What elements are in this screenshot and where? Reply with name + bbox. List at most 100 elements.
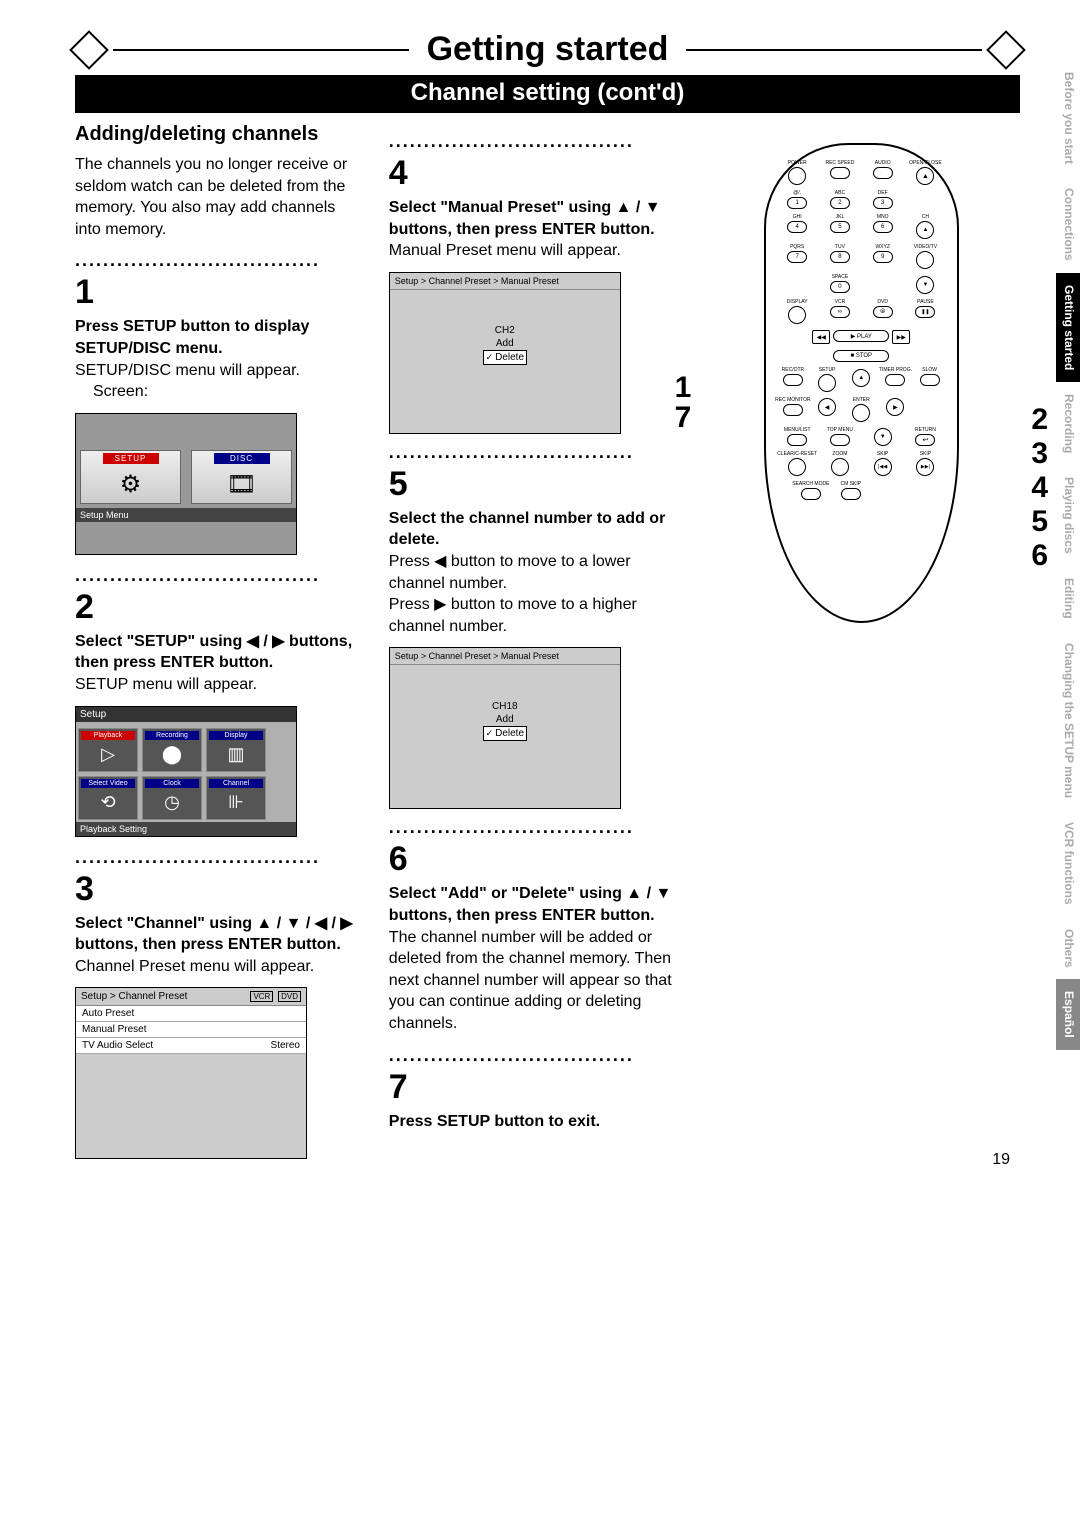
btn-power: POWER [780,161,814,185]
callout-7: 7 [675,401,692,435]
step-6-body: The channel number will be added or dele… [389,929,672,1032]
btn-vcr: VCR∞ [823,300,857,318]
tab-recording[interactable]: Recording [1056,382,1080,465]
btn-zoom: ZOOM [823,452,857,476]
tab-espanol[interactable]: Español [1056,979,1080,1050]
step-2-instruction: Select "SETUP" using ◀ / ▶ buttons, then… [75,633,352,672]
btn-play: ▶ PLAY [844,330,878,342]
screen-setup-disc: SETUP ⚙ DISC 🎞 Setup Menu [75,413,297,555]
tab-playing-discs[interactable]: Playing discs [1056,465,1080,566]
step-2-body: SETUP menu will appear. [75,676,257,693]
callout-2: 2 [1031,403,1048,437]
callout-5: 5 [1031,505,1048,539]
btn-dpad-left: ◀ [810,398,844,416]
step-6-number: 6 [389,840,679,879]
screen-manual-preset-1: Setup > Channel Preset > Manual Preset C… [389,272,621,434]
btn-cm-skip: CM SKIP [834,482,868,500]
step-7-instruction: Press SETUP button to exit. [389,1113,600,1130]
btn-blank2 [866,275,900,286]
step-4-body: Manual Preset menu will appear. [389,242,621,259]
btn-ch-up: CH▲ [908,215,942,239]
tab-vcr-functions[interactable]: VCR functions [1056,810,1080,917]
step-1-instruction: Press SETUP button to display SETUP/DISC… [75,318,309,357]
btn-menu-list: MENU/LIST [780,428,814,446]
tab-editing[interactable]: Editing [1056,566,1080,631]
btn-1: @/.1 [780,191,814,209]
step-5-number: 5 [389,465,679,504]
divider-dots: ................................... [389,131,679,152]
step-7-number: 7 [389,1068,679,1107]
btn-2: ABC2 [823,191,857,209]
page-title: Getting started [419,30,677,69]
preset-row-auto: Auto Preset [76,1006,306,1022]
tile-clock: Clock◷ [142,776,202,820]
tab-connections[interactable]: Connections [1056,176,1080,273]
tab-changing-setup[interactable]: Changing the SETUP menu [1056,631,1080,810]
column-middle: ................................... 4 Se… [389,123,679,1159]
screen-setup-menu: Setup Playback▷ Recording⬤ Display▥ Sele… [75,706,297,837]
divider-dots: ................................... [389,817,679,838]
tile-disc: DISC 🎞 [191,450,292,504]
btn-video-tv: VIDEO/TV [908,245,942,269]
step-6-instruction: Select "Add" or "Delete" using ▲ / ▼ but… [389,885,672,924]
btn-rec-otr: REC/OTR [776,368,810,386]
step-5-body1: Press ◀ button to move to a lower channe… [389,553,631,592]
side-tabs: Before you start Connections Getting sta… [1056,60,1080,1050]
step-2-number: 2 [75,588,365,627]
btn-blank [780,275,814,286]
btn-3: DEF3 [866,191,900,209]
page-subtitle: Channel setting (cont'd) [75,75,1020,113]
step-4-number: 4 [389,154,679,193]
mp2-channel: CH18 [483,700,527,713]
channel-preset-breadcrumb: Setup > Channel Preset [81,991,187,1002]
tile-playback: Playback▷ [78,728,138,772]
step-4-instruction: Select "Manual Preset" using ▲ / ▼ butto… [389,199,661,238]
mp1-breadcrumb: Setup > Channel Preset > Manual Preset [390,273,620,290]
divider-dots: ................................... [389,442,679,463]
btn-pause: PAUSE❚❚ [908,300,942,318]
divider-dots: ................................... [75,847,365,868]
btn-display: DISPLAY [780,300,814,324]
btn-stop: ■ STOP [844,350,878,362]
step-5-body2: Press ▶ button to move to a higher chann… [389,596,637,635]
screen-setup-menu-title: Setup [76,707,296,722]
decor-diamond-left [69,30,109,70]
decor-diamond-right [986,30,1026,70]
btn-6: MNO6 [866,215,900,233]
divider-dots: ................................... [75,565,365,586]
btn-skip-fwd: SKIP▶▶| [908,452,942,476]
btn-rec-monitor: REC MONITOR [776,398,810,416]
btn-clear: CLEAR/C-RESET [780,452,814,476]
btn-ff: ▶▶ [884,330,918,344]
mp2-delete: Delete [483,726,527,741]
tile-select-video: Select Video⟲ [78,776,138,820]
preset-row-tv-audio: TV Audio SelectStereo [76,1038,306,1054]
tag-vcr: VCR [250,991,273,1002]
btn-dpad-right: ▶ [878,398,912,416]
step-1-number: 1 [75,273,365,312]
step-3-number: 3 [75,870,365,909]
preset-row-manual: Manual Preset [76,1022,306,1038]
callout-4: 4 [1031,471,1048,505]
tab-others[interactable]: Others [1056,917,1080,980]
decor-rule-right [686,49,982,51]
mp1-delete: Delete [483,350,527,365]
step-5-instruction: Select the channel number to add or dele… [389,510,666,549]
tab-before-you-start[interactable]: Before you start [1056,60,1080,176]
btn-search-mode: SEARCH MODE [794,482,828,500]
tile-channel: Channel⊪ [206,776,266,820]
btn-0: SPACE0 [823,275,857,293]
divider-dots: ................................... [75,250,365,271]
step-3-instruction: Select "Channel" using ▲ / ▼ / ◀ / ▶ but… [75,915,353,954]
intro-text: The channels you no longer receive or se… [75,154,365,240]
callout-1: 1 [675,371,692,405]
screen-setup-disc-footer: Setup Menu [76,508,296,522]
callout-3: 3 [1031,437,1048,471]
tab-getting-started[interactable]: Getting started [1056,273,1080,382]
callout-6: 6 [1031,539,1048,573]
screen-manual-preset-2: Setup > Channel Preset > Manual Preset C… [389,647,621,809]
btn-dpad-down: ▼ [866,428,900,446]
divider-dots: ................................... [389,1045,679,1066]
mp2-breadcrumb: Setup > Channel Preset > Manual Preset [390,648,620,665]
btn-5: JKL5 [823,215,857,233]
